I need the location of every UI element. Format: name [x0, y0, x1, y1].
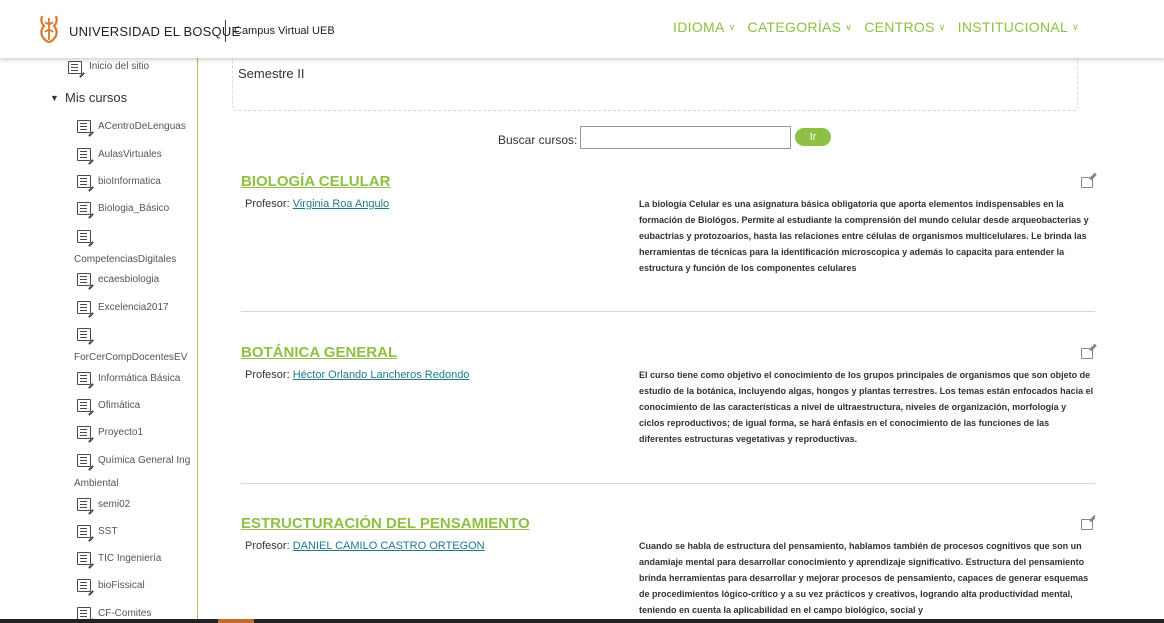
- course-item: BIOLOGÍA CELULAR Profesor: Virginia Roa …: [241, 173, 1095, 303]
- course-icon: [77, 552, 91, 565]
- sidebar-course[interactable]: SST: [98, 526, 117, 537]
- sidebar-course[interactable]: bioFissical: [98, 580, 145, 591]
- top-header: UNIVERSIDAD EL BOSQUE Campus Virtual UEB…: [0, 0, 1164, 58]
- chevron-down-icon: ∨: [938, 21, 946, 32]
- sidebar-course[interactable]: Ofimática: [98, 400, 140, 411]
- sidebar-course[interactable]: ForCerCompDocentesEV: [74, 352, 187, 363]
- caret-down-icon[interactable]: ▼: [50, 93, 59, 103]
- course-teacher: Profesor: DANIEL CAMILO CASTRO ORTEGON: [245, 540, 485, 552]
- course-icon: [77, 273, 91, 286]
- search-label: Buscar cursos:: [498, 133, 578, 147]
- nav-idioma[interactable]: IDIOMA ∨: [673, 19, 735, 35]
- course-description: Cuando se habla de estructura del pensam…: [639, 541, 1089, 615]
- course-title[interactable]: ESTRUCTURACIÓN DEL PENSAMIENTO: [241, 515, 530, 532]
- chevron-down-icon: ∨: [1072, 21, 1079, 32]
- logo-separator: [225, 20, 226, 42]
- nav-categorias[interactable]: CATEGORÍAS ∨: [748, 19, 853, 35]
- sidebar-course[interactable]: Química General Ing: [98, 455, 190, 466]
- edit-icon[interactable]: [1081, 348, 1093, 359]
- course-item: BOTÁNICA GENERAL Profesor: Héctor Orland…: [241, 344, 1095, 474]
- course-description: La biología Celular es una asignatura bá…: [639, 199, 1089, 273]
- teacher-link[interactable]: Héctor Orlando Lancheros Redondo: [293, 369, 470, 381]
- course-icon: [77, 175, 91, 188]
- course-icon: [77, 301, 91, 314]
- sidebar-course[interactable]: AulasVirtuales: [98, 149, 162, 160]
- sidebar-course[interactable]: ecaesbiologia: [98, 274, 159, 285]
- chevron-down-icon: ∨: [728, 21, 736, 32]
- course-icon: [77, 148, 91, 161]
- edit-icon[interactable]: [1081, 177, 1093, 188]
- sidebar-section-mis-cursos[interactable]: Mis cursos: [65, 90, 127, 105]
- sidebar-course[interactable]: CompetenciasDigitales: [74, 254, 176, 265]
- sidebar-course[interactable]: Excelencia2017: [98, 302, 169, 313]
- course-title[interactable]: BOTÁNICA GENERAL: [241, 344, 397, 361]
- course-icon: [68, 61, 82, 74]
- course-icon: [77, 202, 91, 215]
- taskbar-accent: [218, 619, 254, 623]
- university-logo-icon[interactable]: [38, 14, 60, 44]
- edit-icon[interactable]: [1081, 519, 1093, 530]
- course-teacher: Profesor: Héctor Orlando Lancheros Redon…: [245, 369, 470, 381]
- course-icon: [77, 230, 91, 243]
- semestre-label: Semestre II: [238, 66, 305, 81]
- university-name[interactable]: UNIVERSIDAD EL BOSQUE: [69, 24, 240, 39]
- sidebar-item-inicio[interactable]: Inicio del sitio: [89, 61, 149, 72]
- course-icon: [77, 579, 91, 592]
- sidebar: Inicio del sitio ▼ Mis cursos ACentroDeL…: [0, 58, 198, 623]
- sidebar-course[interactable]: TIC Ingeniería: [98, 553, 161, 564]
- taskbar-strip: [0, 619, 1164, 623]
- course-icon: [77, 120, 91, 133]
- sidebar-course[interactable]: Biologia_Básico: [98, 203, 169, 214]
- sidebar-course[interactable]: ACentroDeLenguas: [98, 121, 186, 132]
- campus-name[interactable]: Campus Virtual UEB: [234, 25, 335, 37]
- sidebar-course-continuation[interactable]: Ambiental: [74, 478, 118, 489]
- sidebar-course[interactable]: Proyecto1: [98, 427, 143, 438]
- course-divider: [241, 311, 1095, 312]
- course-icon: [77, 372, 91, 385]
- sidebar-course[interactable]: Informática Básica: [98, 373, 180, 384]
- search-courses-input[interactable]: [580, 126, 791, 149]
- chevron-down-icon: ∨: [845, 21, 853, 32]
- semestre-panel: [232, 58, 1078, 111]
- search-go-button[interactable]: Ir: [795, 128, 831, 146]
- sidebar-course[interactable]: semi02: [98, 499, 130, 510]
- course-teacher: Profesor: Virginia Roa Angulo: [245, 198, 390, 210]
- nav-institucional[interactable]: INSTITUCIONAL ∨: [958, 19, 1079, 35]
- teacher-link[interactable]: Virginia Roa Angulo: [293, 198, 389, 210]
- course-title[interactable]: BIOLOGÍA CELULAR: [241, 173, 390, 190]
- teacher-link[interactable]: DANIEL CAMILO CASTRO ORTEGON: [293, 540, 485, 552]
- course-item: ESTRUCTURACIÓN DEL PENSAMIENTO Profesor:…: [241, 515, 1095, 619]
- course-icon: [77, 328, 91, 341]
- course-icon: [77, 454, 91, 467]
- main-nav: IDIOMA ∨ CATEGORÍAS ∨ CENTROS ∨ INSTITUCION…: [673, 19, 1079, 35]
- course-divider: [241, 483, 1095, 484]
- course-description: El curso tiene como objetivo el conocimi…: [639, 370, 1094, 444]
- course-icon: [77, 525, 91, 538]
- course-icon: [77, 426, 91, 439]
- sidebar-course[interactable]: bioInformatica: [98, 176, 161, 187]
- course-icon: [77, 399, 91, 412]
- sidebar-course[interactable]: CF-Comites: [98, 608, 151, 619]
- nav-centros[interactable]: CENTROS ∨: [864, 19, 945, 35]
- course-icon: [77, 498, 91, 511]
